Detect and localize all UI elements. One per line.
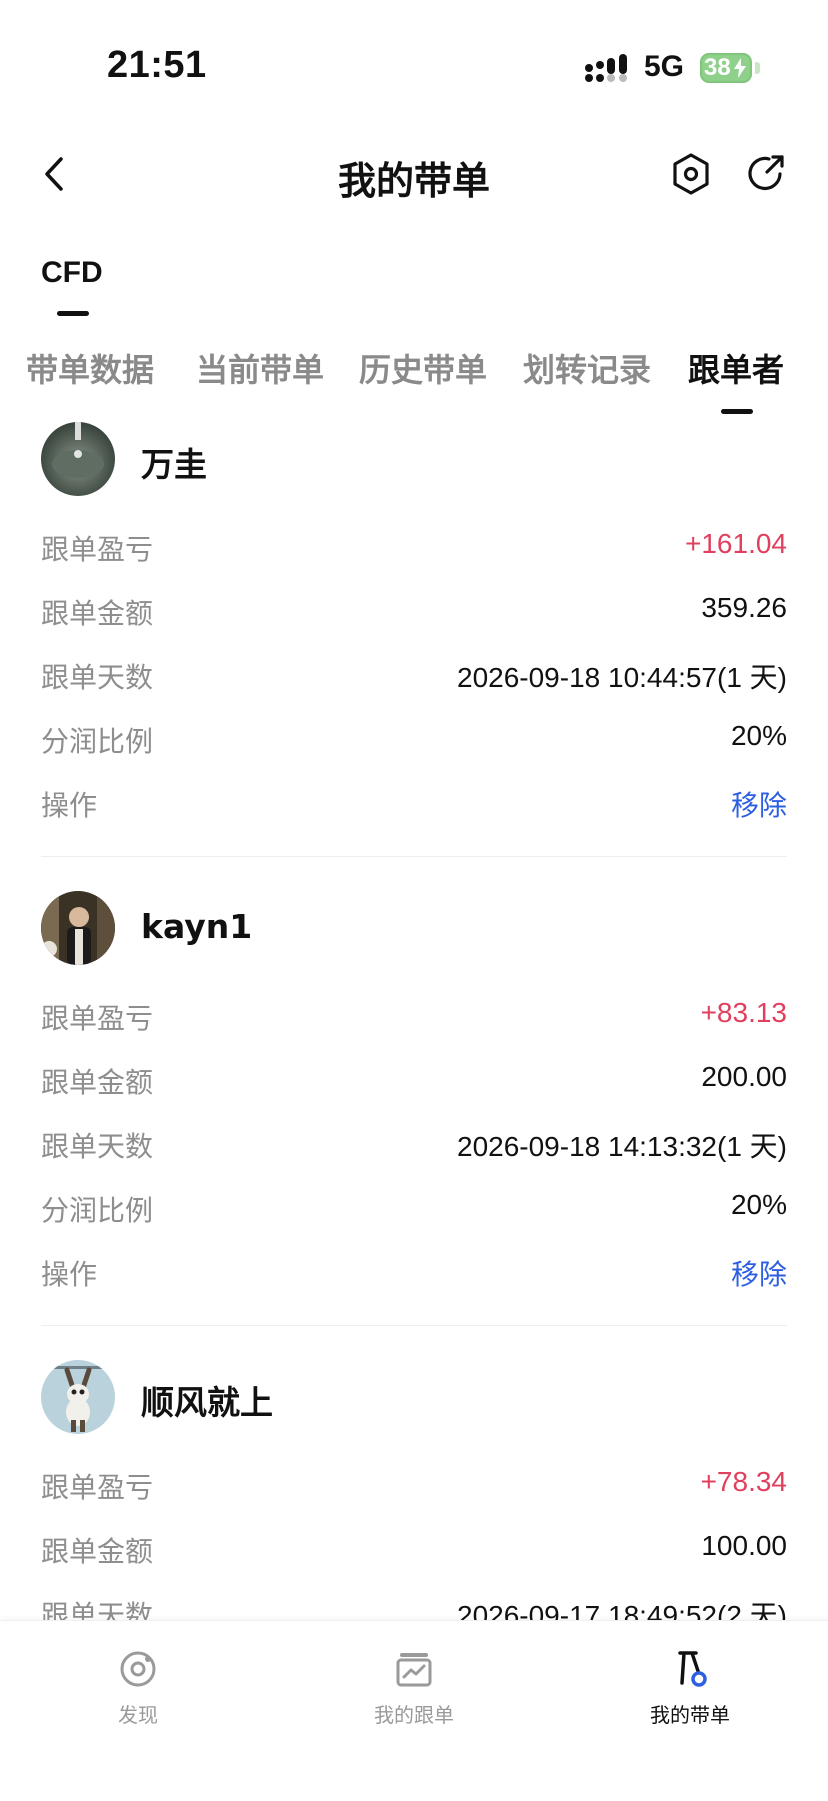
action-label: 操作 bbox=[41, 789, 98, 822]
amount-label: 跟单金额 bbox=[41, 597, 154, 630]
pnl-value: +83.13 bbox=[700, 997, 787, 1028]
charging-bolt-icon bbox=[734, 58, 746, 78]
row-days: 跟单天数 2026-09-18 10:44:57(1 天) bbox=[41, 656, 787, 696]
app-root: 21:51 5G 38 我的带单 CFD 带单数据 当前带单 历史带单 划转记录… bbox=[0, 0, 828, 1801]
row-pnl: 跟单盈亏 +161.04 bbox=[41, 528, 787, 568]
avatar[interactable] bbox=[41, 422, 115, 496]
days-label: 跟单天数 bbox=[41, 661, 154, 694]
pnl-label: 跟单盈亏 bbox=[41, 1471, 154, 1504]
share-value: 20% bbox=[730, 720, 787, 751]
discover-icon bbox=[120, 1651, 156, 1687]
row-amount: 跟单金额 359.26 bbox=[41, 592, 787, 632]
days-value: 2026-09-18 10:44:57(1 天) bbox=[457, 662, 787, 693]
tab-followers-indicator bbox=[721, 409, 753, 414]
row-share: 分润比例 20% bbox=[41, 1189, 787, 1229]
row-amount: 跟单金额 100.00 bbox=[41, 1530, 787, 1570]
bottom-nav: 发现 我的跟单 我的带单 bbox=[0, 1620, 828, 1801]
pnl-value: +78.34 bbox=[700, 1466, 787, 1497]
days-value: 2026-09-18 14:13:32(1 天) bbox=[457, 1131, 787, 1162]
nav-my-leads[interactable]: 我的带单 bbox=[630, 1649, 750, 1739]
sub-tab-bar: 带单数据 当前带单 历史带单 划转记录 跟单者 bbox=[0, 345, 828, 425]
tab-history-lead[interactable]: 历史带单 bbox=[359, 345, 487, 391]
status-time: 21:51 bbox=[107, 44, 207, 86]
amount-value: 200.00 bbox=[701, 1061, 787, 1092]
follower-header: kayn1 bbox=[41, 891, 787, 967]
share-label: 分润比例 bbox=[41, 1194, 154, 1227]
tab-lead-data[interactable]: 带单数据 bbox=[26, 345, 154, 391]
amount-value: 359.26 bbox=[701, 592, 787, 623]
row-action: 操作 移除 bbox=[41, 784, 787, 824]
amount-label: 跟单金额 bbox=[41, 1066, 154, 1099]
lead-trade-icon bbox=[678, 1651, 707, 1687]
tab-cfd[interactable]: CFD bbox=[41, 256, 103, 290]
row-pnl: 跟单盈亏 +78.34 bbox=[41, 1466, 787, 1506]
pnl-label: 跟单盈亏 bbox=[41, 533, 154, 566]
battery-icon: 38 bbox=[700, 53, 752, 83]
follower-name: kayn1 bbox=[141, 907, 253, 946]
divider bbox=[41, 856, 787, 857]
tab-transfer-records[interactable]: 划转记录 bbox=[523, 345, 651, 391]
share-value: 20% bbox=[730, 1189, 787, 1220]
tab-current-lead[interactable]: 当前带单 bbox=[196, 345, 324, 391]
pnl-label: 跟单盈亏 bbox=[41, 1002, 154, 1035]
battery-cap bbox=[755, 62, 760, 74]
action-label: 操作 bbox=[41, 1258, 98, 1291]
share-icon[interactable] bbox=[745, 152, 787, 196]
nav-bar: 我的带单 bbox=[0, 130, 828, 220]
divider bbox=[41, 1325, 787, 1326]
row-share: 分润比例 20% bbox=[41, 720, 787, 760]
row-pnl: 跟单盈亏 +83.13 bbox=[41, 997, 787, 1037]
follower-name: 顺风就上 bbox=[141, 1383, 273, 1422]
remove-button[interactable]: 移除 bbox=[731, 784, 787, 824]
days-label: 跟单天数 bbox=[41, 1130, 154, 1163]
status-bar: 21:51 5G 38 bbox=[0, 0, 828, 120]
avatar[interactable] bbox=[41, 1360, 115, 1434]
amount-label: 跟单金额 bbox=[41, 1535, 154, 1568]
tab-followers[interactable]: 跟单者 bbox=[688, 345, 784, 391]
nav-my-follows-label: 我的跟单 bbox=[374, 1703, 454, 1727]
nav-discover-label: 发现 bbox=[118, 1703, 158, 1727]
network-type: 5G bbox=[644, 50, 685, 83]
row-amount: 跟单金额 200.00 bbox=[41, 1061, 787, 1101]
tab-cfd-indicator bbox=[57, 311, 89, 316]
remove-button[interactable]: 移除 bbox=[731, 1253, 787, 1293]
follower-header: 万圭 bbox=[41, 422, 787, 498]
signal-icon bbox=[585, 54, 627, 82]
row-days: 跟单天数 2026-09-18 14:13:32(1 天) bbox=[41, 1125, 787, 1165]
follower-name: 万圭 bbox=[141, 445, 207, 484]
avatar[interactable] bbox=[41, 891, 115, 965]
nav-my-follows[interactable]: 我的跟单 bbox=[354, 1649, 474, 1739]
battery-level: 38 bbox=[704, 54, 731, 81]
nav-my-leads-label: 我的带单 bbox=[650, 1703, 730, 1727]
chart-icon bbox=[396, 1653, 432, 1687]
nav-discover[interactable]: 发现 bbox=[78, 1649, 198, 1739]
row-action: 操作 移除 bbox=[41, 1253, 787, 1293]
share-label: 分润比例 bbox=[41, 725, 154, 758]
pnl-value: +161.04 bbox=[685, 528, 787, 559]
amount-value: 100.00 bbox=[701, 1530, 787, 1561]
follower-header: 顺风就上 bbox=[41, 1360, 787, 1436]
settings-hexagon-icon[interactable] bbox=[671, 152, 711, 196]
